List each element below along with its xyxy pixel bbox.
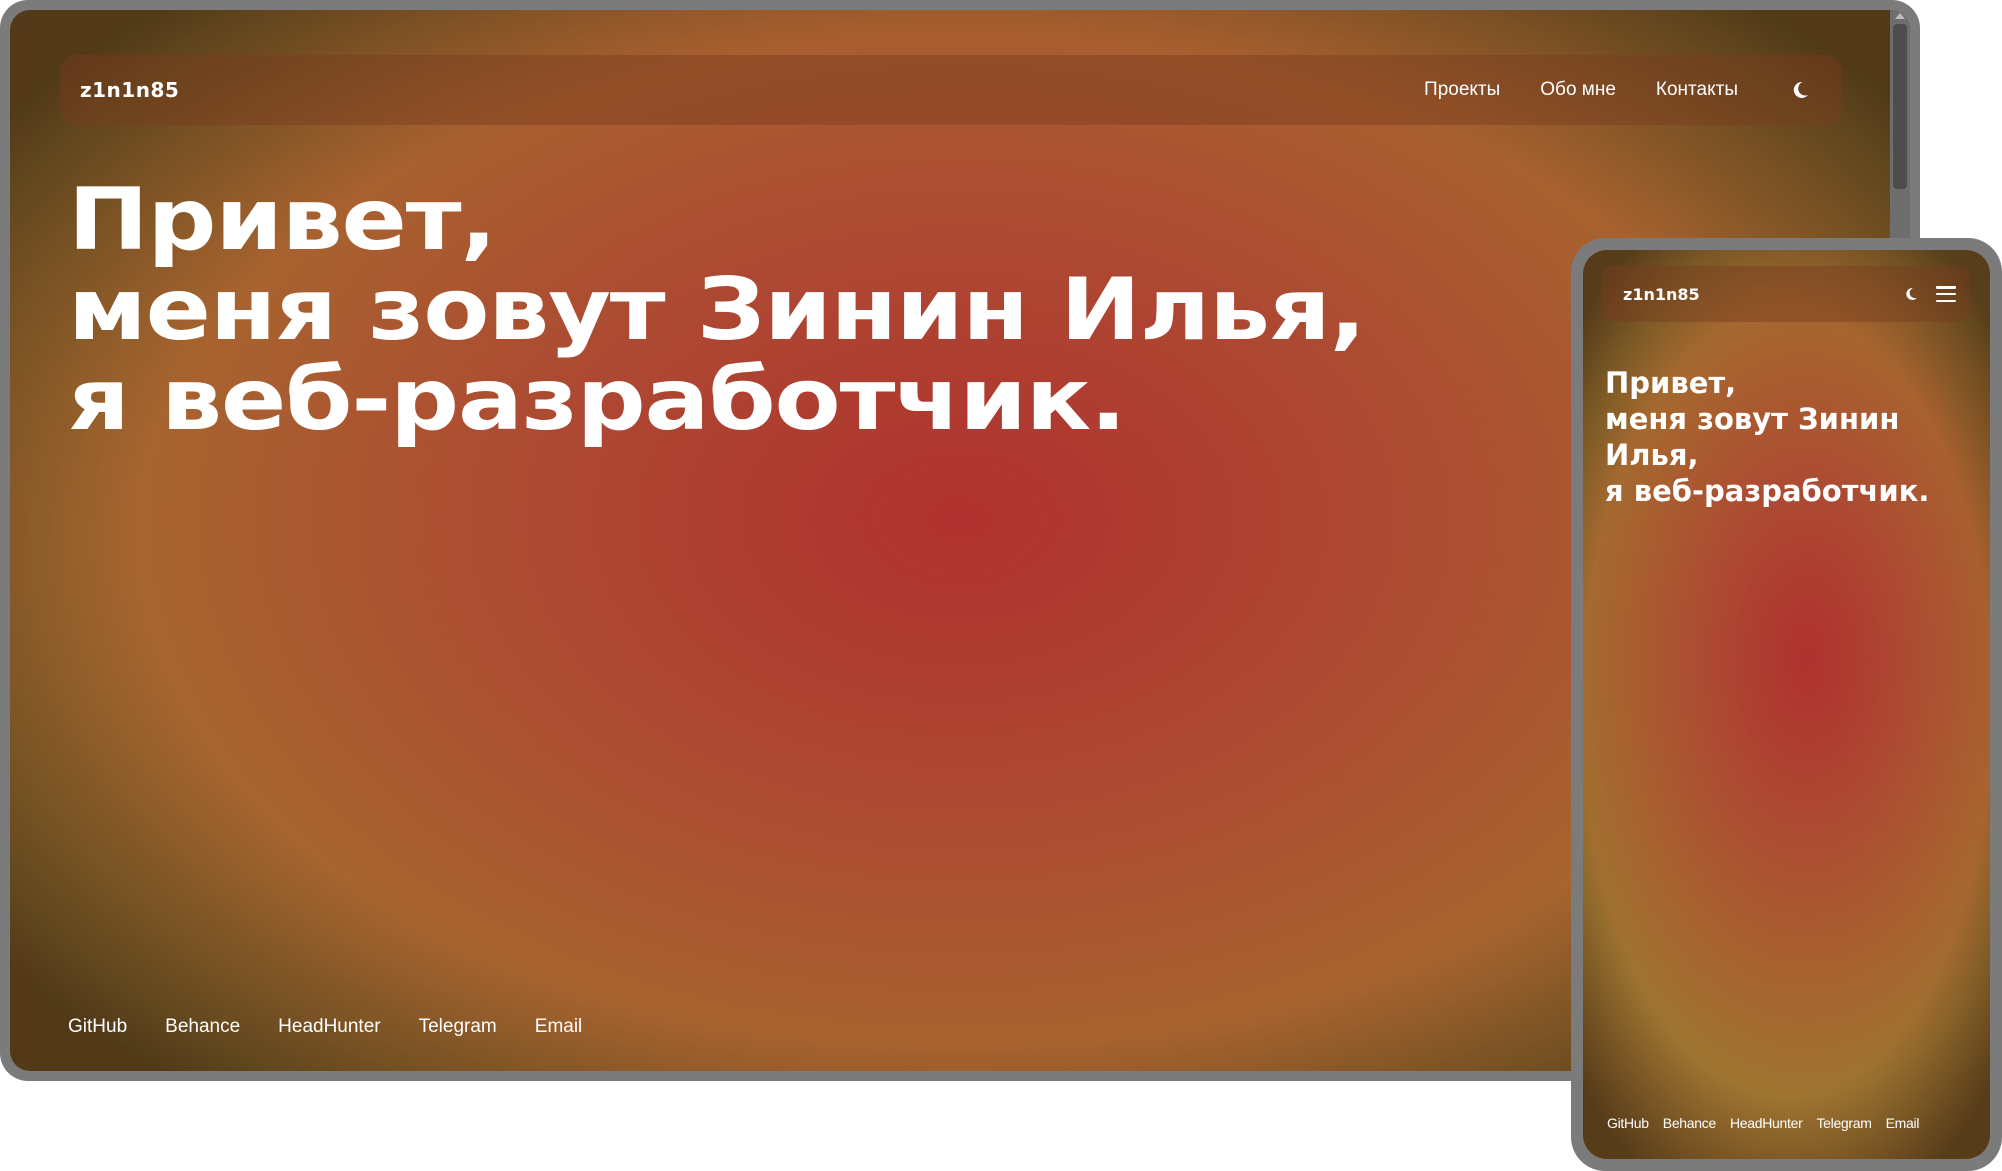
social-link-headhunter[interactable]: HeadHunter [1730,1115,1803,1131]
hero-line: я веб-разработчик. [1605,474,1930,508]
social-link-github[interactable]: GitHub [68,1016,127,1038]
hero-line: я веб-разработчик. [68,350,1127,450]
nav-link-contacts[interactable]: Контакты [1656,79,1738,101]
social-link-telegram[interactable]: Telegram [1816,1115,1871,1131]
hero-heading: Привет, меня зовут Зинин Илья, я веб-раз… [68,170,1366,450]
nav-link-projects[interactable]: Проекты [1424,79,1500,101]
hero-line: меня зовут Зинин Илья, [68,260,1366,360]
social-link-behance[interactable]: Behance [165,1016,240,1038]
mobile-logo[interactable]: z1n1n85 [1623,285,1700,304]
scroll-up-arrow-icon[interactable] [1895,13,1905,19]
social-link-headhunter[interactable]: HeadHunter [278,1016,380,1038]
social-link-telegram[interactable]: Telegram [419,1016,497,1038]
nav-link-about[interactable]: Обо мне [1540,79,1616,101]
hero-line: Илья, [1605,438,1699,472]
social-link-email[interactable]: Email [535,1016,583,1038]
hero-line: Привет, [68,170,497,270]
moon-icon[interactable] [1902,285,1920,303]
mobile-hero-heading: Привет, меня зовут Зинин Илья, я веб-раз… [1605,365,1929,509]
social-link-email[interactable]: Email [1886,1115,1920,1131]
mobile-screen: z1n1n85 Привет, меня зовут Зинин Илья, я… [1583,250,1990,1159]
mobile-header-actions [1902,285,1956,303]
site-header: z1n1n85 Проекты Обо мне Контакты [60,55,1842,125]
mobile-mockup: z1n1n85 Привет, меня зовут Зинин Илья, я… [1571,238,2002,1171]
social-link-behance[interactable]: Behance [1663,1115,1716,1131]
social-links: GitHub Behance HeadHunter Telegram Email [68,1016,582,1038]
hero-line: Привет, [1605,366,1737,400]
mobile-header: z1n1n85 [1601,266,1970,322]
social-link-github[interactable]: GitHub [1607,1115,1649,1131]
hero-line: меня зовут Зинин [1605,402,1900,436]
moon-icon[interactable] [1788,78,1812,102]
mobile-social-links: GitHub Behance HeadHunter Telegram Email [1607,1115,1919,1131]
menu-icon[interactable] [1936,286,1956,302]
scrollbar-thumb[interactable] [1893,24,1907,189]
main-nav: Проекты Обо мне Контакты [1424,78,1812,102]
site-logo[interactable]: z1n1n85 [80,78,179,102]
